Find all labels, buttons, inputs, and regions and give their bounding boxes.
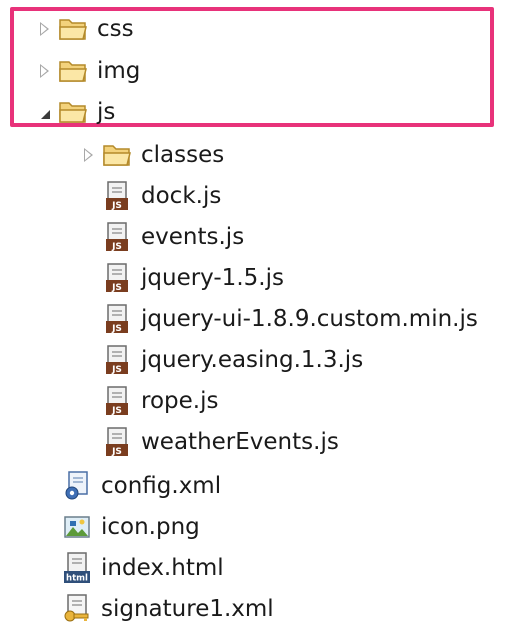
image-file-icon bbox=[62, 512, 92, 542]
tree-item-file[interactable]: JS weatherEvents.js bbox=[102, 422, 339, 462]
tree-item-label: js bbox=[97, 99, 116, 125]
tree-item-file[interactable]: JS jquery-ui-1.8.9.custom.min.js bbox=[102, 299, 478, 339]
folder-icon bbox=[58, 56, 88, 86]
expand-arrow-icon[interactable] bbox=[32, 9, 58, 49]
svg-text:JS: JS bbox=[111, 406, 122, 416]
svg-text:JS: JS bbox=[111, 447, 122, 457]
tree-item-file[interactable]: html index.html bbox=[62, 548, 224, 588]
tree-item-label: signature1.xml bbox=[101, 596, 274, 622]
folder-open-icon bbox=[58, 97, 88, 127]
tree-item-label: icon.png bbox=[101, 514, 200, 540]
tree-item-file[interactable]: JS dock.js bbox=[102, 176, 221, 216]
config-xml-file-icon bbox=[62, 471, 92, 501]
tree-item-file[interactable]: signature1.xml bbox=[62, 589, 274, 629]
tree-item-label: rope.js bbox=[141, 388, 219, 414]
svg-text:JS: JS bbox=[111, 365, 122, 375]
tree-item-file[interactable]: JS jquery-1.5.js bbox=[102, 258, 284, 298]
tree-item-label: index.html bbox=[101, 555, 224, 581]
expand-arrow-icon[interactable] bbox=[32, 51, 58, 91]
tree-item-label: jquery-1.5.js bbox=[141, 265, 284, 291]
expand-arrow-icon[interactable] bbox=[76, 135, 102, 175]
tree-item-label: weatherEvents.js bbox=[141, 429, 339, 455]
javascript-file-icon: JS bbox=[102, 345, 132, 375]
tree-item-img-folder[interactable]: img bbox=[32, 51, 140, 91]
signature-xml-file-icon bbox=[62, 594, 92, 624]
tree-item-label: events.js bbox=[141, 224, 245, 250]
javascript-file-icon: JS bbox=[102, 222, 132, 252]
tree-item-label: jquery.easing.1.3.js bbox=[141, 347, 364, 373]
tree-item-label: classes bbox=[141, 142, 225, 168]
folder-icon bbox=[58, 14, 88, 44]
tree-item-label: css bbox=[97, 16, 134, 42]
folder-icon bbox=[102, 140, 132, 170]
tree-item-file[interactable]: icon.png bbox=[62, 507, 200, 547]
svg-text:JS: JS bbox=[111, 324, 122, 334]
tree-item-label: config.xml bbox=[101, 473, 222, 499]
svg-text:JS: JS bbox=[111, 242, 122, 252]
javascript-file-icon: JS bbox=[102, 386, 132, 416]
tree-item-label: jquery-ui-1.8.9.custom.min.js bbox=[141, 306, 478, 332]
javascript-file-icon: JS bbox=[102, 427, 132, 457]
tree-item-label: dock.js bbox=[141, 183, 222, 209]
tree-item-js-folder[interactable]: js bbox=[32, 92, 115, 132]
svg-text:JS: JS bbox=[111, 201, 122, 211]
tree-item-file[interactable]: JS rope.js bbox=[102, 381, 218, 421]
tree-item-label: img bbox=[97, 58, 141, 84]
javascript-file-icon: JS bbox=[102, 181, 132, 211]
project-file-tree: css img js classes JS dock.js JS events.… bbox=[0, 0, 521, 628]
tree-item-file[interactable]: JS jquery.easing.1.3.js bbox=[102, 340, 363, 380]
html-file-icon: html bbox=[62, 552, 92, 584]
tree-item-classes-folder[interactable]: classes bbox=[76, 135, 224, 175]
tree-item-css-folder[interactable]: css bbox=[32, 9, 134, 49]
collapse-arrow-icon[interactable] bbox=[32, 92, 58, 132]
tree-item-file[interactable]: JS events.js bbox=[102, 217, 244, 257]
tree-item-file[interactable]: config.xml bbox=[62, 466, 221, 506]
svg-text:JS: JS bbox=[111, 283, 122, 293]
javascript-file-icon: JS bbox=[102, 304, 132, 334]
javascript-file-icon: JS bbox=[102, 263, 132, 293]
svg-text:html: html bbox=[66, 574, 88, 584]
